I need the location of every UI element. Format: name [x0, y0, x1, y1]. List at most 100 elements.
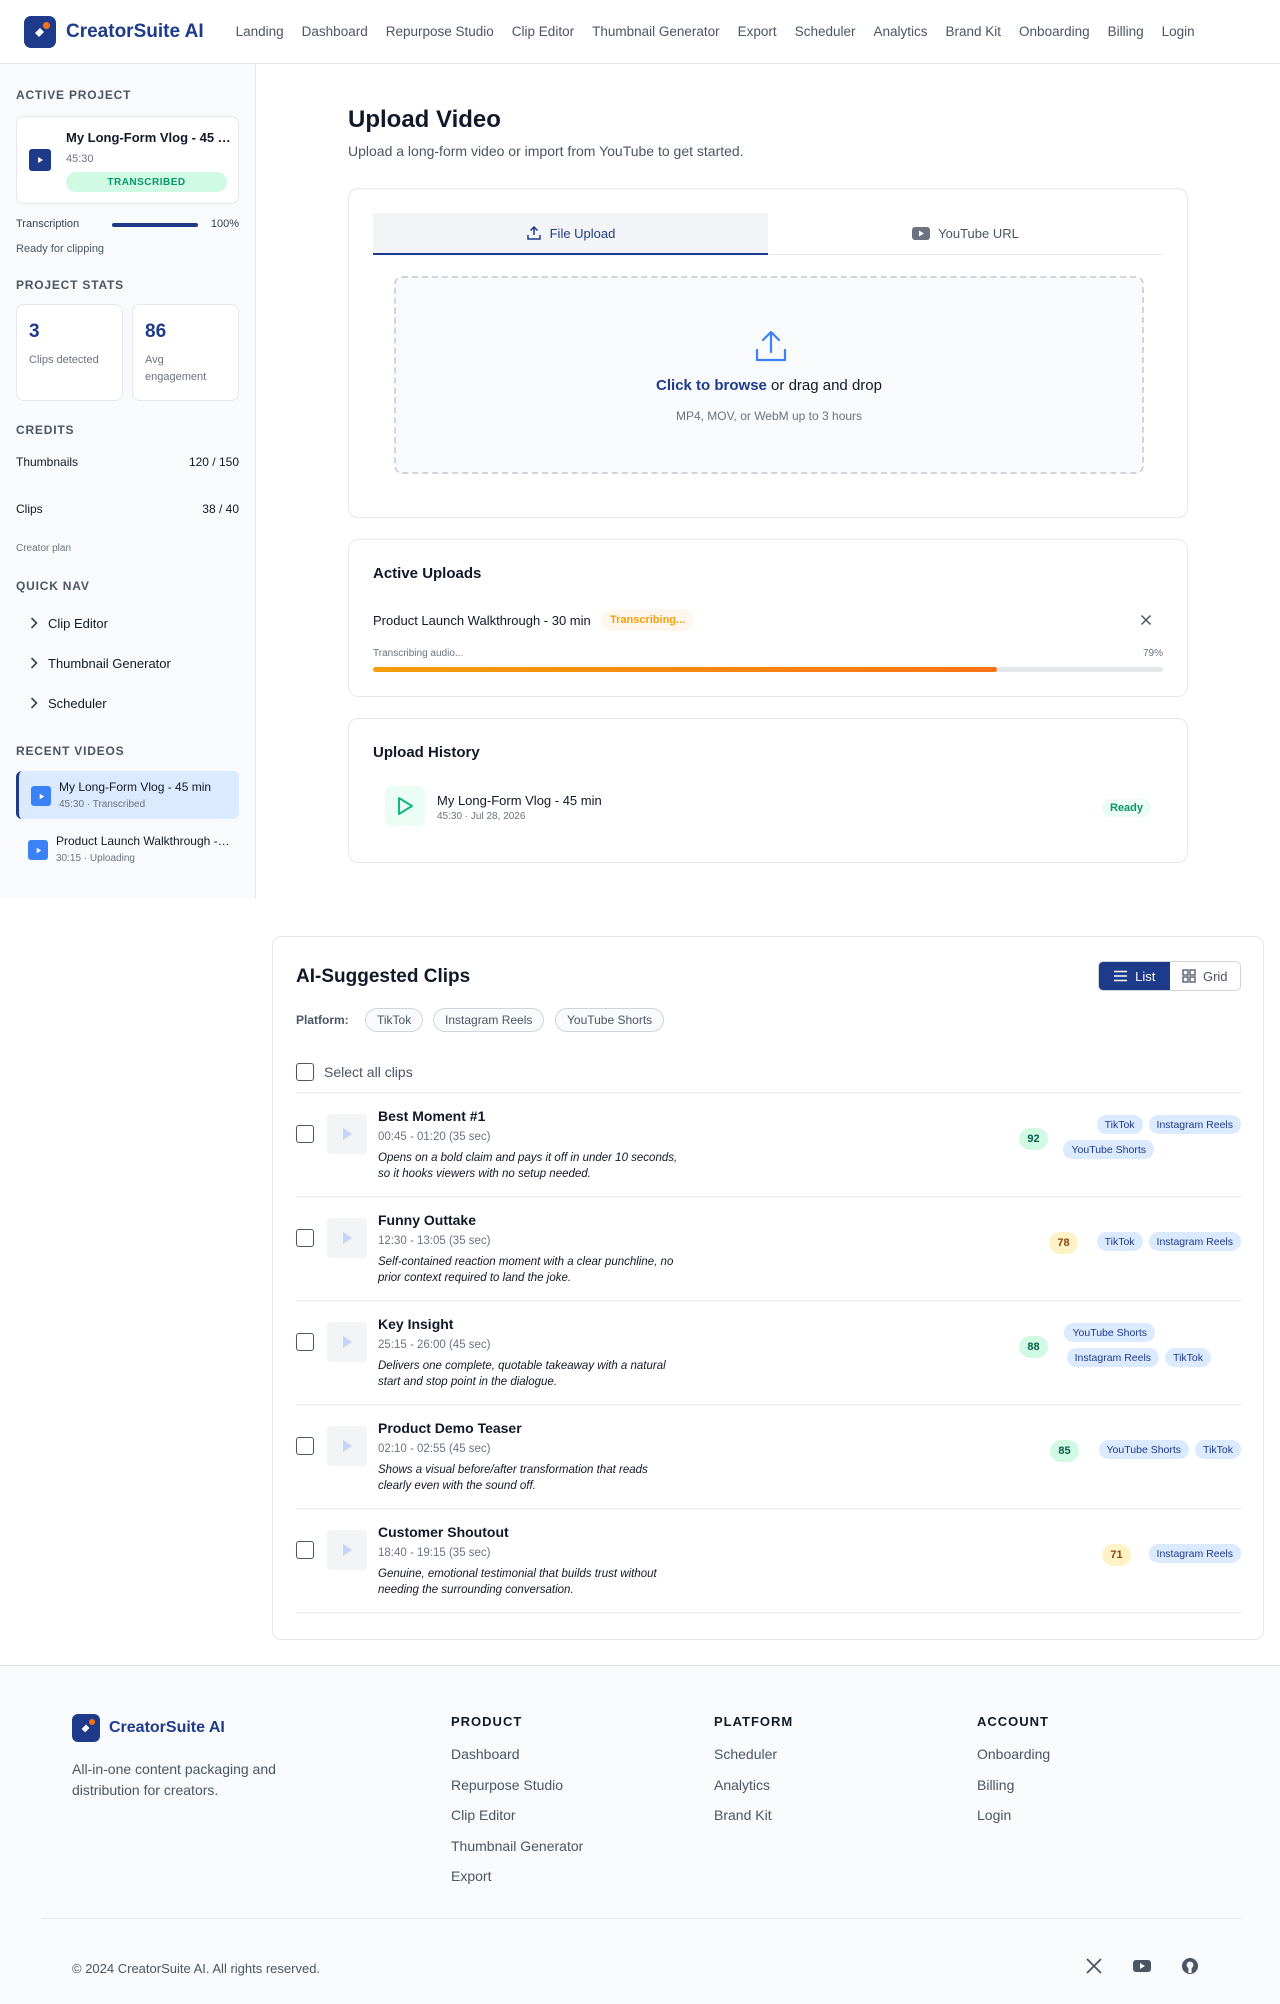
clip-row[interactable]: Product Demo Teaser 02:10 - 02:55 (45 se…: [296, 1405, 1241, 1509]
youtube-icon: [912, 227, 931, 240]
upload-history-card: Upload History My Long-Form Vlog - 45 mi…: [348, 718, 1188, 863]
nav-repurpose-studio[interactable]: Repurpose Studio: [386, 24, 494, 39]
transcription-bar: [112, 223, 198, 227]
footer-link-export[interactable]: Export: [451, 1868, 583, 1899]
clip-title: Funny Outtake: [378, 1212, 477, 1228]
clip-checkbox[interactable]: [296, 1333, 314, 1351]
list-icon: [1114, 970, 1128, 982]
stat-clips-detected: 3 Clips detected: [16, 304, 123, 401]
clip-checkbox[interactable]: [296, 1437, 314, 1455]
browse-link[interactable]: Click to browse: [656, 377, 767, 394]
footer-link-thumbnail-generator[interactable]: Thumbnail Generator: [451, 1838, 583, 1869]
footer-col-account: ACCOUNT Onboarding Billing Login: [977, 1714, 1050, 1838]
engagement-score: 88: [1019, 1336, 1048, 1358]
platform-tag: Instagram Reels: [1148, 1232, 1241, 1251]
clip-row[interactable]: Best Moment #1 00:45 - 01:20 (35 sec) Op…: [296, 1093, 1241, 1197]
active-project-card[interactable]: My Long-Form Vlog - 45 min 45:30 TRANSCR…: [16, 116, 239, 204]
chevron-right-icon: [30, 697, 38, 709]
clip-title: Key Insight: [378, 1316, 454, 1332]
nav-brand-kit[interactable]: Brand Kit: [946, 24, 1002, 39]
clip-time: 25:15 - 26:00 (45 sec): [378, 1339, 491, 1351]
recent-video-item[interactable]: My Long-Form Vlog - 45 min 45:30 · Trans…: [16, 771, 239, 819]
tab-file-upload[interactable]: File Upload: [373, 213, 768, 255]
clip-checkbox[interactable]: [296, 1125, 314, 1143]
close-icon[interactable]: [1140, 614, 1152, 626]
x-icon[interactable]: [1085, 1957, 1103, 1975]
clip-time: 18:40 - 19:15 (35 sec): [378, 1547, 491, 1559]
file-dropzone[interactable]: Click to browse or drag and drop MP4, MO…: [394, 276, 1144, 474]
platform-tag: TikTok: [1096, 1232, 1143, 1251]
brand-logo[interactable]: CreatorSuite AI: [24, 15, 204, 48]
footer-link-billing[interactable]: Billing: [977, 1777, 1050, 1808]
logo-mark-icon: [72, 1714, 100, 1742]
credits-heading: Credits: [16, 423, 75, 437]
footer-link-analytics[interactable]: Analytics: [714, 1777, 793, 1808]
project-duration: 45:30: [66, 153, 94, 165]
nav-thumbnail-generator[interactable]: Thumbnail Generator: [592, 24, 720, 39]
upload-item-name: Product Launch Walkthrough - 30 min: [373, 613, 591, 628]
project-title: My Long-Form Vlog - 45 min: [66, 130, 231, 145]
platform-chip-instagram-reels[interactable]: Instagram Reels: [433, 1008, 545, 1032]
nav-clip-editor[interactable]: Clip Editor: [512, 24, 574, 39]
play-icon: [31, 786, 51, 806]
recent-video-item[interactable]: Product Launch Walkthrough - 30 min 30:1…: [16, 825, 239, 873]
play-icon[interactable]: [327, 1114, 367, 1154]
platform-chip-youtube-shorts[interactable]: YouTube Shorts: [555, 1008, 665, 1032]
footer-col-heading: ACCOUNT: [977, 1714, 1049, 1729]
footer-link-brand-kit[interactable]: Brand Kit: [714, 1807, 793, 1838]
play-icon[interactable]: [327, 1426, 367, 1466]
dropzone-hint: MP4, MOV, or WebM up to 3 hours: [675, 409, 863, 423]
upload-percent: 79%: [1142, 648, 1163, 659]
youtube-icon[interactable]: [1133, 1957, 1151, 1975]
status-badge: Transcribing...: [601, 609, 695, 631]
nav-landing[interactable]: Landing: [236, 24, 284, 39]
stat-avg-engagement: 86 Avg engagement: [132, 304, 239, 401]
nav-billing[interactable]: Billing: [1108, 24, 1144, 39]
play-icon[interactable]: [327, 1322, 367, 1362]
footer-link-dashboard[interactable]: Dashboard: [451, 1746, 583, 1777]
clip-checkbox[interactable]: [296, 1229, 314, 1247]
status-badge: Ready: [1101, 799, 1151, 817]
grid-icon: [1182, 969, 1196, 983]
clip-title: Product Demo Teaser: [378, 1420, 522, 1436]
select-all-clips[interactable]: Select all clips: [296, 1063, 413, 1081]
quick-nav-scheduler[interactable]: Scheduler: [16, 688, 239, 718]
select-all-checkbox[interactable]: [296, 1063, 314, 1081]
platform-chip-tiktok[interactable]: TikTok: [365, 1008, 424, 1032]
nav-scheduler[interactable]: Scheduler: [795, 24, 856, 39]
clip-platform-tags: YouTube Shorts Instagram Reels TikTok: [1061, 1323, 1241, 1367]
clip-row[interactable]: Customer Shoutout 18:40 - 19:15 (35 sec)…: [296, 1509, 1241, 1613]
play-icon[interactable]: [327, 1530, 367, 1570]
credit-label: Clips: [16, 502, 43, 516]
play-icon[interactable]: [327, 1218, 367, 1258]
nav-analytics[interactable]: Analytics: [873, 24, 927, 39]
upload-card: File Upload YouTube URL Click to browse …: [348, 188, 1188, 518]
history-item-title[interactable]: My Long-Form Vlog - 45 min: [437, 793, 602, 808]
footer-link-onboarding[interactable]: Onboarding: [977, 1746, 1050, 1777]
grid-view-button[interactable]: Grid: [1170, 962, 1241, 990]
tab-youtube-url[interactable]: YouTube URL: [768, 213, 1163, 254]
footer-link-scheduler[interactable]: Scheduler: [714, 1746, 793, 1777]
recent-videos-heading: Recent Videos: [16, 744, 125, 758]
quick-nav-thumbnail-generator[interactable]: Thumbnail Generator: [16, 648, 239, 678]
nav-login[interactable]: Login: [1162, 24, 1195, 39]
tab-label: YouTube URL: [938, 226, 1019, 241]
github-icon[interactable]: [1181, 1957, 1199, 1975]
quick-nav-clip-editor[interactable]: Clip Editor: [16, 608, 239, 638]
footer-col-platform: PLATFORM Scheduler Analytics Brand Kit: [714, 1714, 793, 1838]
nav-onboarding[interactable]: Onboarding: [1019, 24, 1090, 39]
clip-row[interactable]: Key Insight 25:15 - 26:00 (45 sec) Deliv…: [296, 1301, 1241, 1405]
nav-dashboard[interactable]: Dashboard: [302, 24, 368, 39]
nav-export[interactable]: Export: [738, 24, 777, 39]
clip-row[interactable]: Funny Outtake 12:30 - 13:05 (35 sec) Sel…: [296, 1197, 1241, 1301]
chevron-right-icon: [30, 657, 38, 669]
upload-status-text: Transcribing audio...: [373, 648, 464, 659]
platform-tag: TikTok: [1165, 1348, 1211, 1367]
list-view-button[interactable]: List: [1099, 962, 1170, 990]
platform-filter-label: Platform:: [296, 1013, 349, 1027]
footer-link-login[interactable]: Login: [977, 1807, 1050, 1838]
footer-logo[interactable]: CreatorSuite AI: [72, 1714, 225, 1742]
footer-link-clip-editor[interactable]: Clip Editor: [451, 1807, 583, 1838]
clip-checkbox[interactable]: [296, 1541, 314, 1559]
footer-link-repurpose-studio[interactable]: Repurpose Studio: [451, 1777, 583, 1808]
